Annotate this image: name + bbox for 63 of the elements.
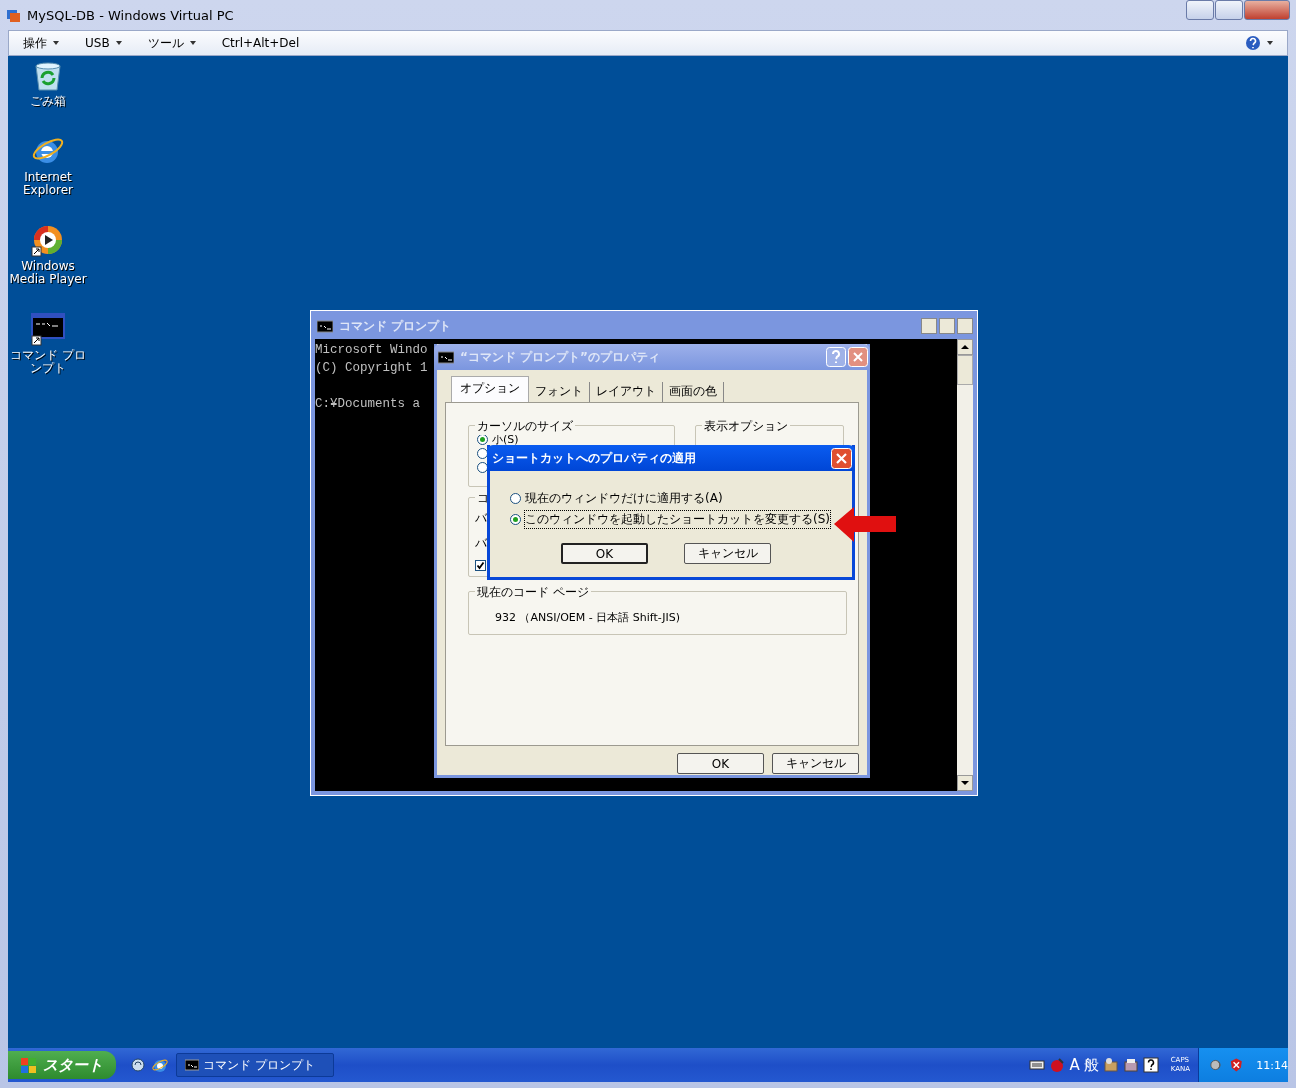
code-page-value: 932 （ANSI/OEM - 日本語 Shift-JIS) (495, 611, 681, 624)
minimize-button[interactable] (1186, 0, 1214, 20)
ime-input-mode[interactable]: 般 (1083, 1055, 1099, 1075)
keyboard-icon (1029, 1057, 1046, 1073)
dialog-button[interactable]: OK (677, 753, 764, 774)
console-icon (438, 350, 454, 364)
dialog-button[interactable]: OK (561, 543, 648, 564)
radio-label: 現在のウィンドウだけに適用する(A) (525, 490, 723, 507)
menu-item[interactable]: Ctrl+Alt+Del (221, 36, 300, 50)
browser-icon (152, 1057, 168, 1073)
desktop-icon-label[interactable]: コマンド プロンプト (8, 349, 90, 375)
radio-button[interactable] (510, 514, 521, 525)
maximize-button[interactable] (939, 318, 955, 334)
field-label: バ (475, 510, 487, 527)
speaker-icon (1209, 1057, 1224, 1073)
caret-icon[interactable] (1267, 41, 1273, 45)
menu-item[interactable]: 操作 (23, 34, 59, 52)
close-icon (848, 347, 868, 367)
minimize-button[interactable] (921, 318, 937, 334)
box-icon (1122, 1057, 1139, 1073)
group-title: カーソルのサイズ (475, 418, 575, 435)
window-title: MySQL-DB - Windows Virtual PC (27, 7, 234, 23)
field-label: バ (475, 535, 487, 552)
dialog-button[interactable]: キャンセル (772, 753, 859, 774)
radio-button[interactable] (510, 493, 521, 504)
close-button[interactable] (1244, 0, 1290, 20)
maximize-button[interactable] (1215, 0, 1243, 20)
security-shield-icon (1228, 1057, 1244, 1073)
window-title: コマンド プロンプト (339, 317, 452, 335)
windows-logo-icon (20, 1056, 37, 1074)
help-icon (1142, 1057, 1159, 1073)
scrollbar[interactable] (957, 339, 973, 791)
console-line: (C) Copyright 1 (315, 360, 428, 377)
console-icon (317, 319, 333, 333)
radio-button[interactable] (477, 433, 488, 445)
dialog-title: “コマンド プロンプト”のプロパティ (460, 348, 660, 366)
close-button[interactable] (957, 318, 973, 334)
dialog-title: ショートカットへのプロパティの適用 (492, 449, 696, 467)
desktop-icon-label[interactable]: ごみ箱 (8, 95, 90, 108)
menu-item[interactable]: USB (85, 36, 122, 50)
desktop-icon-label[interactable]: Internet Explorer (8, 171, 90, 197)
close-icon (831, 447, 852, 469)
checkbox[interactable] (475, 560, 486, 571)
group-title: 現在のコード ページ (475, 584, 591, 601)
menu-item[interactable]: ツール (147, 34, 196, 52)
tab[interactable]: オプション (451, 376, 529, 402)
app-icon (6, 7, 21, 23)
globe-icon (130, 1057, 146, 1073)
console-icon (30, 312, 66, 346)
toolbox-icon (1102, 1057, 1119, 1073)
help-icon (1245, 35, 1261, 51)
desktop-icon-label[interactable]: Windows Media Player (8, 260, 90, 286)
console-prompt: C:¥Documents a (315, 396, 421, 413)
ime-mode[interactable]: A (1069, 1056, 1080, 1074)
radio-label: このウィンドウを起動したショートカットを変更する(S) (525, 511, 830, 528)
arrow-icon (832, 505, 898, 544)
console-line: Microsoft Windo (315, 342, 428, 359)
group-title: 表示オプション (702, 418, 791, 435)
dialog-button[interactable]: キャンセル (684, 543, 771, 564)
taskbar-button[interactable]: コマンド プロンプト (176, 1053, 334, 1077)
clock: 11:14 (1256, 1058, 1288, 1072)
console-icon (185, 1059, 199, 1071)
help-icon (826, 347, 846, 367)
